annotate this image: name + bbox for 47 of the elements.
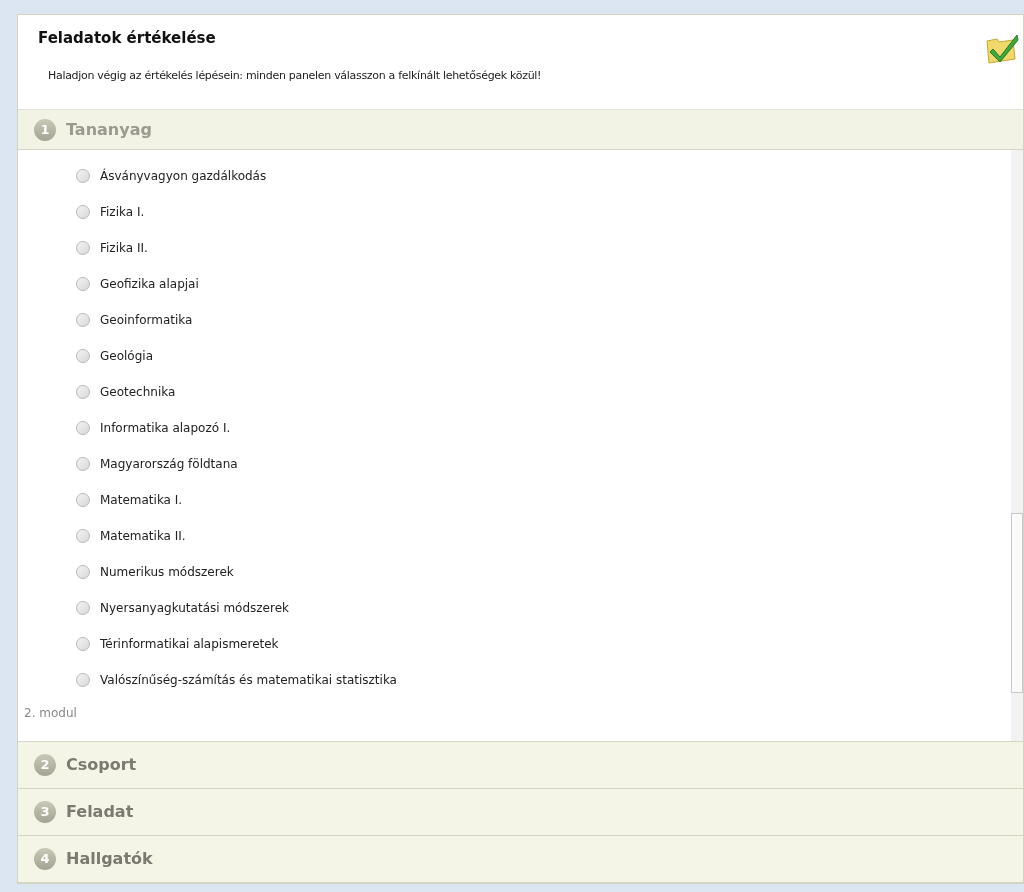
radio-button[interactable] bbox=[76, 565, 90, 579]
step-title: Tananyag bbox=[66, 118, 152, 141]
option-label: Geotechnika bbox=[100, 384, 176, 401]
radio-button[interactable] bbox=[76, 385, 90, 399]
radio-button[interactable] bbox=[76, 421, 90, 435]
option-label: Geofizika alapjai bbox=[100, 276, 199, 293]
radio-button[interactable] bbox=[76, 601, 90, 615]
option-label: Térinformatikai alapismeretek bbox=[100, 636, 279, 653]
step-header[interactable]: 3 Feladat bbox=[18, 789, 1023, 836]
group-label: 2. modul bbox=[23, 705, 78, 722]
option-label: Valószínűség-számítás és matematikai statisztika bbox=[100, 672, 397, 689]
radio-button[interactable] bbox=[76, 529, 90, 543]
radio-button[interactable] bbox=[76, 313, 90, 327]
scrollbar-thumb[interactable] bbox=[1011, 513, 1023, 693]
step-number-badge: 1 bbox=[34, 118, 56, 141]
page-title: Feladatok értékelése bbox=[38, 28, 217, 49]
step-number-badge: 4 bbox=[34, 848, 56, 870]
option-label: Ásványvagyon gazdálkodás bbox=[100, 167, 267, 185]
radio-button[interactable] bbox=[76, 205, 90, 219]
option-label: Matematika II. bbox=[100, 528, 186, 545]
radio-button[interactable] bbox=[76, 637, 90, 651]
radio-button[interactable] bbox=[76, 673, 90, 687]
step-title: Csoport bbox=[66, 754, 137, 776]
instruction-text: Haladjon végig az értékelés lépésein: minden panelen válasszon a felkínált lehetőségek közül! bbox=[48, 67, 542, 84]
step-header[interactable]: 2 Csoport bbox=[18, 742, 1023, 789]
scrollbar[interactable] bbox=[1011, 150, 1023, 741]
step-header[interactable]: 1 Tananyag bbox=[18, 110, 1023, 150]
option-label: Numerikus módszerek bbox=[100, 564, 234, 581]
radio-button[interactable] bbox=[76, 493, 90, 507]
option-label: Informatika alapozó I. bbox=[100, 420, 231, 437]
radio-button[interactable] bbox=[76, 169, 90, 183]
radio-button[interactable] bbox=[76, 349, 90, 363]
step-number-badge: 2 bbox=[34, 754, 56, 776]
option-label: Fizika I. bbox=[100, 204, 145, 221]
option-label: Fizika II. bbox=[100, 240, 148, 257]
option-label: Geoinformatika bbox=[100, 312, 193, 329]
radio-button[interactable] bbox=[76, 277, 90, 291]
step-header[interactable]: 4 Hallgatók bbox=[18, 836, 1023, 883]
step-title: Feladat bbox=[66, 801, 134, 823]
option-label: Magyarország földtana bbox=[100, 456, 238, 473]
option-label: Nyersanyagkutatási módszerek bbox=[100, 600, 289, 617]
radio-button[interactable] bbox=[76, 457, 90, 471]
step-title: Hallgatók bbox=[66, 848, 153, 870]
option-label: Geológia bbox=[100, 348, 153, 365]
step-number-badge: 3 bbox=[34, 801, 56, 823]
radio-button[interactable] bbox=[76, 241, 90, 255]
option-label: Matematika I. bbox=[100, 492, 183, 509]
